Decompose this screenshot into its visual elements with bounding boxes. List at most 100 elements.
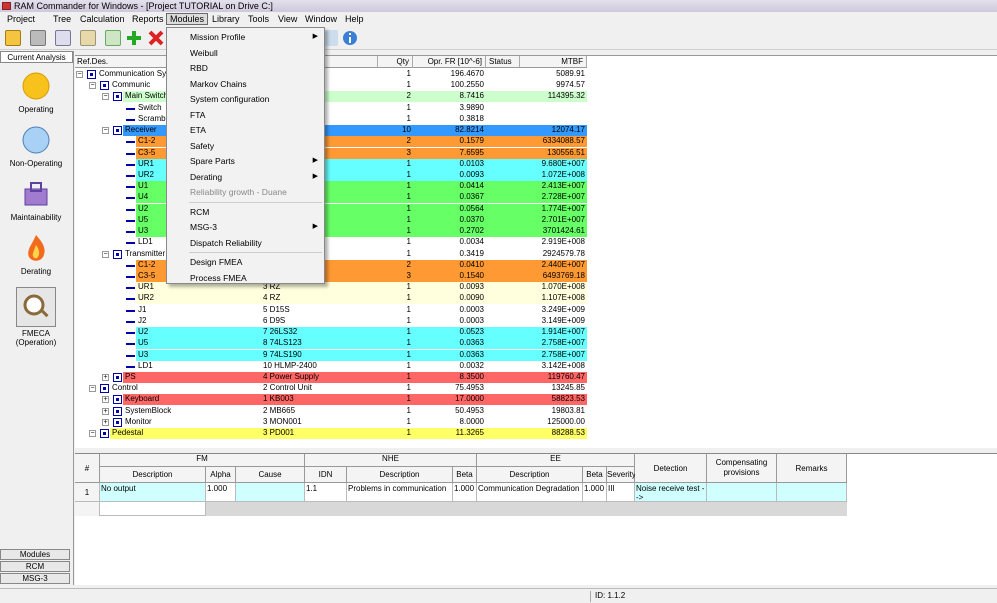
tree-node-label[interactable]: C3-5 (138, 148, 155, 159)
tree-row[interactable]: LD1 10 HLMP-2400 1 0.0032 3.142E+008 (75, 361, 997, 372)
tree-row[interactable]: J1 5 D15S 1 0.0003 3.249E+009 (75, 305, 997, 316)
side-item-derating[interactable]: Derating (0, 233, 72, 276)
tree-row[interactable]: + PS 4 Power Supply 1 8.3500 119760.47 (75, 371, 997, 383)
edit-icon[interactable] (105, 30, 121, 46)
menu-item-derating[interactable]: Derating ▶ (167, 170, 324, 184)
tree-node-label[interactable]: PS (125, 372, 136, 383)
fmea-cell-compensating[interactable] (707, 483, 777, 502)
column-header-status[interactable]: Status (486, 56, 520, 68)
tree-node-label[interactable]: J1 (138, 305, 146, 316)
tree-row[interactable]: U2 7 26LS32 1 0.0523 1.914E+007 (75, 327, 997, 339)
column-header-mtbf[interactable]: MTBF (520, 56, 587, 68)
fmea-cell-cause[interactable] (236, 483, 305, 502)
paste-icon[interactable] (80, 30, 96, 46)
tab-current-analysis[interactable]: Current Analysis (0, 51, 73, 63)
tree-node-label[interactable]: LD1 (138, 361, 153, 372)
tree-row[interactable]: UR2 4 RZ 1 0.0090 1.107E+008 (75, 293, 997, 305)
fmea-cell-detection[interactable]: Noise receive test --> (635, 483, 707, 502)
menu-project[interactable]: Project (4, 14, 38, 26)
menu-item-fta[interactable]: FTA (167, 108, 324, 122)
tree-node-label[interactable]: Scramb (138, 114, 166, 125)
menu-tools[interactable]: Tools (245, 14, 272, 26)
tab-modules[interactable]: Modules (0, 549, 70, 560)
menu-help[interactable]: Help (342, 14, 367, 26)
tree-node-label[interactable]: Communic (112, 80, 150, 91)
info-icon[interactable] (342, 30, 358, 46)
menu-item-safety[interactable]: Safety (167, 139, 324, 153)
tree-row[interactable]: − Pedestal 3 PD001 1 11.3265 88288.53 (75, 428, 997, 440)
tab-rcm[interactable]: RCM (0, 561, 70, 572)
menu-item-rcm[interactable]: RCM (167, 205, 324, 219)
delete-icon[interactable] (148, 30, 164, 46)
tree-node-label[interactable]: C1-2 (138, 136, 155, 147)
tree-node-label[interactable]: UR2 (138, 293, 154, 304)
menu-tree[interactable]: Tree (50, 14, 74, 26)
expand-toggle-icon[interactable]: − (102, 93, 109, 101)
add-icon[interactable] (126, 30, 142, 46)
tree-node-label[interactable]: Receiver (125, 125, 157, 136)
tree-node-label[interactable]: Pedestal (112, 428, 143, 439)
tree-row[interactable]: + SystemBlock 2 MB665 1 50.4953 19803.81 (75, 406, 997, 417)
expand-toggle-icon[interactable]: + (102, 418, 109, 426)
tree-row[interactable]: + Keyboard 1 KB003 1 17.0000 58823.53 (75, 394, 997, 406)
side-item-maintainability[interactable]: Maintainability (0, 179, 72, 222)
tab-msg3[interactable]: MSG-3 (0, 573, 70, 584)
menu-item-process-fmea[interactable]: Process FMEA (167, 271, 324, 285)
fmea-cell-severity[interactable]: III (607, 483, 635, 502)
tree-node-label[interactable]: U5 (138, 338, 148, 349)
column-header-qty[interactable]: Qty (378, 56, 413, 68)
expand-toggle-icon[interactable]: + (102, 373, 109, 381)
tree-row[interactable]: J2 6 D9S 1 0.0003 3.149E+009 (75, 316, 997, 327)
side-item-non-operating[interactable]: Non-Operating (0, 125, 72, 168)
open-folder-icon[interactable] (5, 30, 21, 46)
expand-toggle-icon[interactable]: − (102, 127, 109, 135)
fmea-cell-remarks[interactable] (777, 483, 847, 502)
fmea-cell-ee-description[interactable]: Communication Degradation (477, 483, 583, 502)
tree-node-label[interactable]: U2 (138, 204, 148, 215)
tree-node-label[interactable]: C3-5 (138, 271, 155, 282)
tree-row[interactable]: U3 9 74LS190 1 0.0363 2.758E+007 (75, 349, 997, 361)
tree-node-label[interactable]: Main Switch (125, 91, 168, 102)
tree-node-label[interactable]: U2 (138, 327, 148, 338)
tree-node-label[interactable]: C1-2 (138, 260, 155, 271)
fmea-grid[interactable]: # FM NHE EE Description Alpha Cause IDN … (75, 453, 997, 585)
document-icon[interactable] (55, 30, 71, 46)
tree-node-label[interactable]: LD1 (138, 237, 153, 248)
tree-node-label[interactable]: U5 (138, 215, 148, 226)
expand-toggle-icon[interactable]: − (89, 430, 96, 438)
menu-item-eta[interactable]: ETA (167, 123, 324, 137)
expand-toggle-icon[interactable]: − (89, 82, 96, 90)
menu-library[interactable]: Library (209, 14, 243, 26)
menu-window[interactable]: Window (302, 14, 340, 26)
fmea-cell-ee-beta[interactable]: 1.000 (583, 483, 607, 502)
side-item-fmeca[interactable]: FMECA (Operation) (0, 287, 72, 347)
tree-node-label[interactable]: UR1 (138, 159, 154, 170)
expand-toggle-icon[interactable]: − (102, 250, 109, 258)
fmea-cell-fm-description[interactable]: No output (100, 483, 206, 502)
menu-reports[interactable]: Reports (129, 14, 167, 26)
tree-node-label[interactable]: SystemBlock (125, 406, 171, 417)
menu-calculation[interactable]: Calculation (77, 14, 128, 26)
side-item-operating[interactable]: Operating (0, 71, 72, 114)
menu-item-mission-profile[interactable]: Mission Profile ▶ (167, 30, 324, 44)
expand-toggle-icon[interactable]: − (89, 385, 96, 393)
tree-node-label[interactable]: UR2 (138, 170, 154, 181)
tree-node-label[interactable]: Control (112, 383, 138, 394)
menu-item-weibull[interactable]: Weibull (167, 46, 324, 60)
tree-node-label[interactable]: UR1 (138, 282, 154, 293)
tree-row[interactable]: U5 8 74LS123 1 0.0363 2.758E+007 (75, 338, 997, 350)
menu-item-dispatch-reliability[interactable]: Dispatch Reliability (167, 236, 324, 250)
menu-item-msg-3[interactable]: MSG-3 ▶ (167, 220, 324, 234)
fmea-cell-nhe-description[interactable]: Problems in communication (347, 483, 453, 502)
tree-node-label[interactable]: Switch (138, 103, 162, 114)
fmea-cell-idn[interactable]: 1.1 (305, 483, 347, 502)
tree-node-label[interactable]: U4 (138, 192, 148, 203)
expand-toggle-icon[interactable]: + (102, 396, 109, 404)
expand-toggle-icon[interactable]: − (76, 71, 83, 78)
tree-node-label[interactable]: U3 (138, 226, 148, 237)
tree-node-label[interactable]: Keyboard (125, 394, 159, 405)
tree-node-label[interactable]: Transmitter (125, 249, 165, 260)
menu-modules[interactable]: Modules (166, 13, 209, 25)
menu-item-spare-parts[interactable]: Spare Parts ▶ (167, 154, 324, 168)
menu-item-system-configuration[interactable]: System configuration (167, 92, 324, 106)
